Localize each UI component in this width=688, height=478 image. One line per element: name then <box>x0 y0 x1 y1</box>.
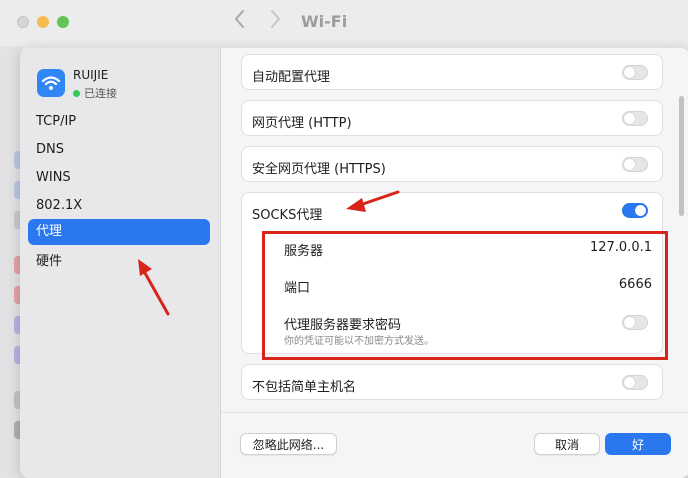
socks-server-field[interactable]: 127.0.0.1 <box>590 240 652 255</box>
background-window-title: Wi-Fi <box>301 12 348 31</box>
network-name: RUIJIE <box>73 68 109 82</box>
socks-proxy-toggle[interactable] <box>622 203 648 218</box>
https-proxy-toggle[interactable] <box>622 157 648 172</box>
ignore-network-button[interactable]: 忽略此网络... <box>240 433 337 455</box>
http-proxy-toggle[interactable] <box>622 111 648 126</box>
https-proxy-label: 安全网页代理 (HTTPS) <box>252 162 386 177</box>
background-titlebar: Wi-Fi <box>0 0 688 46</box>
socks-proxy-card: SOCKS代理 服务器 127.0.0.1 端口 6666 代理服务器要求密码 … <box>241 192 663 354</box>
socks-port-field[interactable]: 6666 <box>619 277 652 292</box>
ok-button[interactable]: 好 <box>605 433 671 455</box>
sidebar-item-dns[interactable]: DNS <box>28 137 210 163</box>
connected-dot-icon <box>73 89 80 97</box>
exclude-simple-hostnames-label: 不包括简单主机名 <box>252 380 357 395</box>
zoom-window-button[interactable] <box>57 16 69 28</box>
exclude-simple-hostnames-toggle[interactable] <box>622 375 648 390</box>
network-details-sheet: RUIJIE 已连接 TCP/IP DNS WINS 802.1X 代理 硬件 … <box>20 48 688 478</box>
auto-config-proxy-label: 自动配置代理 <box>252 70 331 85</box>
wifi-icon <box>37 69 65 97</box>
https-proxy-row: 安全网页代理 (HTTPS) <box>241 146 663 182</box>
socks-proxy-label: SOCKS代理 <box>252 208 323 223</box>
proxies-content: 自动配置代理 网页代理 (HTTP) 安全网页代理 (HTTPS) SOCKS代… <box>221 48 688 412</box>
auto-config-proxy-row: 自动配置代理 <box>241 54 663 90</box>
close-window-button[interactable] <box>17 16 29 28</box>
socks-port-label: 端口 <box>284 281 311 296</box>
minimize-window-button[interactable] <box>37 16 49 28</box>
network-status-label: 已连接 <box>84 87 117 100</box>
socks-auth-toggle[interactable] <box>622 315 648 330</box>
sheet-footer: 忽略此网络... 取消 好 <box>221 412 688 478</box>
background-sidebar <box>0 46 24 475</box>
chevron-left-icon[interactable] <box>233 8 247 35</box>
exclude-simple-hostnames-row: 不包括简单主机名 <box>241 364 663 400</box>
sidebar-item-wins[interactable]: WINS <box>28 165 210 191</box>
http-proxy-label: 网页代理 (HTTP) <box>252 116 352 131</box>
sidebar-item-proxies[interactable]: 代理 <box>28 219 210 245</box>
network-status: 已连接 <box>73 85 117 101</box>
chevron-right-icon[interactable] <box>268 8 282 35</box>
socks-auth-description: 你的凭证可能以不加密方式发送。 <box>284 336 434 347</box>
sidebar-item-hardware[interactable]: 硬件 <box>28 249 210 275</box>
socks-auth-label: 代理服务器要求密码 <box>284 318 402 333</box>
sidebar-item-tcpip[interactable]: TCP/IP <box>28 109 210 135</box>
cancel-button[interactable]: 取消 <box>534 433 600 455</box>
socks-server-label: 服务器 <box>284 244 324 259</box>
sidebar-item-8021x[interactable]: 802.1X <box>28 193 210 219</box>
sheet-sidebar: RUIJIE 已连接 TCP/IP DNS WINS 802.1X 代理 硬件 <box>20 48 221 478</box>
http-proxy-row: 网页代理 (HTTP) <box>241 100 663 136</box>
content-scrollbar[interactable] <box>679 96 684 216</box>
auto-config-proxy-toggle[interactable] <box>622 65 648 80</box>
